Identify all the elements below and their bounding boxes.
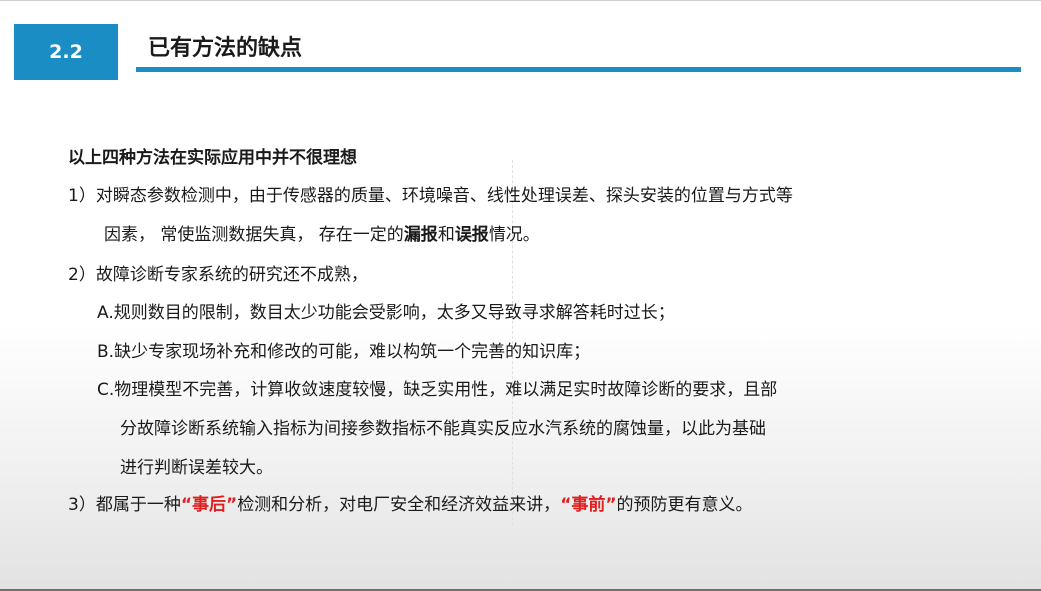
intro-line: 以上四种方法在实际应用中并不很理想 — [68, 148, 357, 168]
item1-line2: 因素， 常使监测数据失真， 存在一定的漏报和误报情况。 — [104, 221, 540, 249]
section-number: 2.2 — [49, 41, 83, 63]
item1-line2-suffix: 情况。 — [488, 225, 540, 245]
item2-b: B.缺少专家现场补充和修改的可能，难以构筑一个完善的知识库； — [97, 342, 591, 362]
keyword-after-the-fact: “事后” — [180, 495, 238, 515]
title-underline — [136, 67, 1021, 72]
item2-a: A.规则数目的限制，数目太少功能会受影响，太多又导致寻求解答耗时过长； — [97, 303, 675, 323]
item2-c-line1: C.物理模型不完善，计算收敛速度较慢，缺乏实用性，难以满足实时故障诊断的要求，且… — [97, 380, 778, 400]
slide: 2.2 已有方法的缺点 以上四种方法在实际应用中并不很理想 1）对瞬态参数检测中… — [0, 0, 1041, 591]
item3-suffix: 的预防更有意义。 — [616, 495, 753, 515]
item3-line: 3）都属于一种“事后”检测和分析，对电厂安全和经济效益来讲，“事前”的预防更有意… — [68, 491, 753, 519]
item3-prefix: 3）都属于一种 — [68, 495, 181, 515]
item2-c-line3: 进行判断误差较大。 — [120, 458, 273, 478]
item2-heading: 2）故障诊断专家系统的研究还不成熟， — [68, 265, 368, 285]
item2-c-line2: 分故障诊断系统输入指标为间接参数指标不能真实反应水汽系统的腐蚀量，以此为基础 — [120, 419, 766, 439]
item1-and: 和 — [437, 225, 455, 245]
slide-title: 已有方法的缺点 — [148, 36, 303, 61]
item1-line1: 1）对瞬态参数检测中，由于传感器的质量、环境噪音、线性处理误差、探头安装的位置与… — [68, 186, 793, 206]
section-number-badge: 2.2 — [14, 24, 118, 80]
top-border — [0, 0, 1041, 1]
item3-middle: 检测和分析，对电厂安全和经济效益来讲， — [237, 495, 561, 515]
item1-line2-prefix: 因素， 常使监测数据失真， 存在一定的 — [104, 225, 404, 245]
keyword-false-report: 误报 — [454, 225, 489, 245]
keyword-missed-report: 漏报 — [403, 225, 438, 245]
keyword-beforehand: “事前” — [560, 495, 617, 515]
